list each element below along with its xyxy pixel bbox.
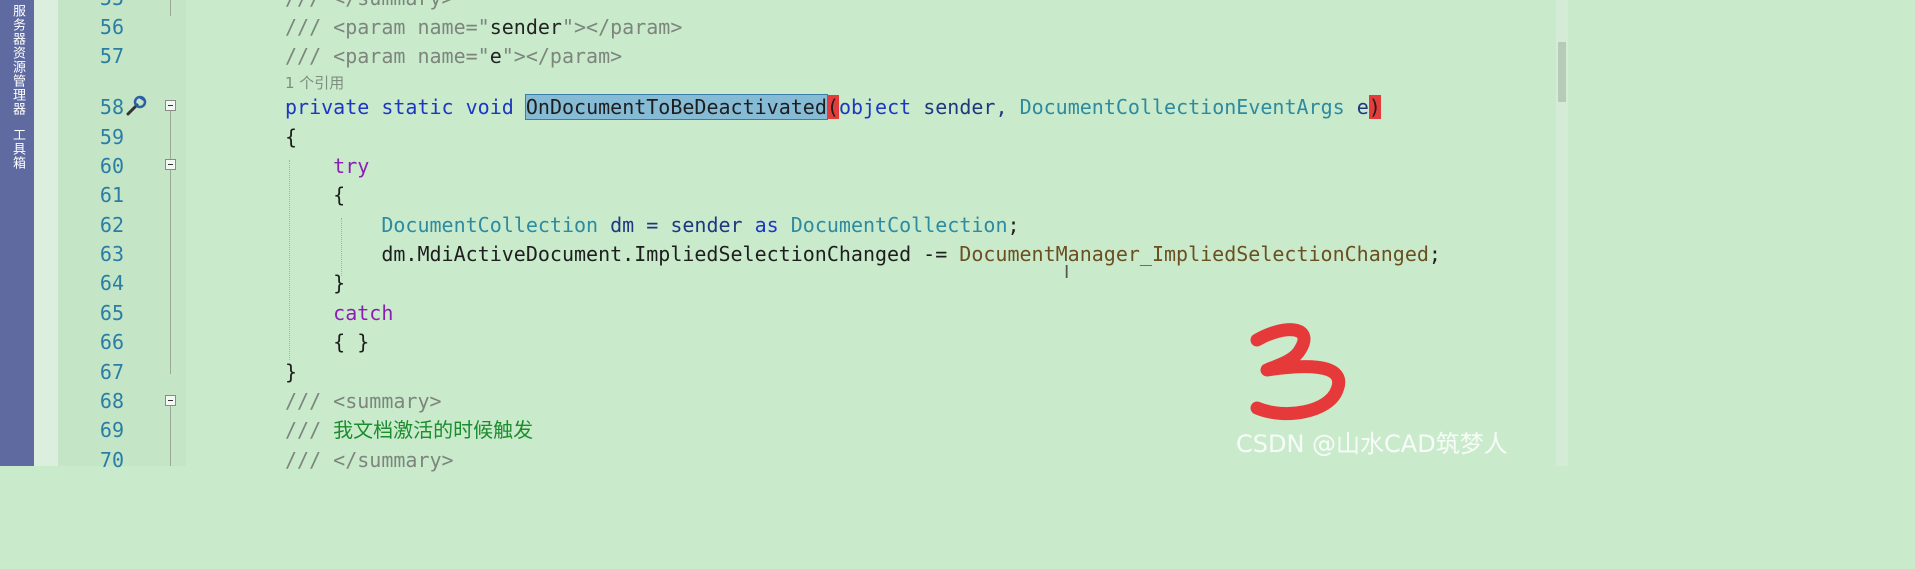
indent-guide	[341, 218, 342, 276]
code-line[interactable]: catch	[285, 299, 393, 328]
code-token: DocumentCollectionEventArgs	[1019, 95, 1345, 119]
code-line[interactable]: }	[285, 358, 297, 387]
code-token: sender,	[911, 95, 1020, 119]
code-token: /// </summary>	[285, 0, 454, 10]
code-token: e	[489, 44, 502, 68]
code-token: object	[838, 95, 912, 119]
fold-toggle-try[interactable]	[165, 159, 176, 170]
code-line[interactable]: { }	[285, 328, 369, 357]
line-number: 59	[99, 125, 124, 149]
text-cursor-icon: I	[1064, 262, 1070, 283]
code-token: "></param>	[561, 15, 683, 39]
code-token: {	[285, 125, 298, 149]
code-token: "></param>	[501, 44, 623, 68]
fold-line	[170, 406, 171, 466]
fold-line	[170, 111, 171, 159]
code-line[interactable]: try	[285, 152, 369, 181]
code-line[interactable]: private static void OnDocumentToBeDeacti…	[285, 93, 1381, 122]
codelens-reference-count[interactable]: 1 个引用	[285, 72, 344, 93]
code-token: private	[285, 95, 370, 119]
code-token: 我文档激活的时候触发	[333, 418, 534, 442]
code-token: /// </summary>	[285, 448, 454, 472]
code-token: DocumentCollection	[790, 213, 1008, 237]
code-token: DocumentCollection	[381, 213, 599, 237]
fold-toggle-summary[interactable]	[165, 395, 176, 406]
code-line[interactable]: /// </summary>	[285, 0, 454, 13]
code-token: DocumentManager_ImpliedSelectionChanged	[959, 242, 1429, 266]
code-token: dm = sender	[598, 213, 755, 237]
code-line[interactable]: DocumentCollection dm = sender as Docume…	[285, 211, 1020, 240]
indent-guide	[289, 160, 290, 360]
line-number: 55	[70, 0, 124, 13]
code-token: }	[285, 271, 346, 295]
code-line[interactable]: dm.MdiActiveDocument.ImpliedSelectionCha…	[285, 240, 1441, 269]
code-line[interactable]: {	[285, 123, 297, 152]
code-token: /// <param name="	[285, 44, 490, 68]
line-number: 67	[99, 360, 124, 384]
code-token: /// <param name="	[285, 15, 490, 39]
matched-bracket: (	[826, 95, 839, 119]
code-token: {	[285, 183, 346, 207]
code-line[interactable]: }	[285, 269, 345, 298]
side-panel: 服务器资源管理器 工具箱	[0, 0, 34, 466]
fold-toggle-method[interactable]	[165, 100, 176, 111]
vertical-scrollbar[interactable]	[1556, 0, 1568, 466]
quick-action-wrench-icon[interactable]	[124, 94, 148, 118]
line-number: 56	[99, 15, 124, 39]
fold-line	[170, 0, 171, 16]
line-number: 58	[99, 95, 124, 119]
fold-line	[170, 170, 171, 374]
line-number: 66	[99, 330, 124, 354]
line-number: 61	[99, 183, 124, 207]
code-token: as	[754, 213, 779, 237]
selected-method-name: OnDocumentToBeDeactivated	[524, 94, 828, 120]
line-number: 63	[99, 242, 124, 266]
code-token: { }	[285, 330, 370, 354]
code-token: }	[285, 360, 298, 384]
line-number: 62	[99, 213, 124, 237]
code-token: sender	[489, 15, 562, 39]
code-line[interactable]: /// <param name="sender"></param>	[285, 13, 682, 42]
code-line[interactable]: /// <summary>	[285, 387, 442, 416]
code-token: /// <summary>	[285, 389, 442, 413]
code-line[interactable]: /// 我文档激活的时候触发	[285, 416, 533, 445]
code-token: ///	[285, 418, 334, 442]
line-number: 70	[99, 448, 124, 472]
line-number: 64	[99, 271, 124, 295]
tab-toolbox[interactable]: 工具箱	[8, 128, 27, 170]
line-number: 57	[99, 44, 124, 68]
code-token: catch	[333, 301, 394, 325]
code-line[interactable]: /// </summary>	[285, 446, 454, 475]
line-number: 60	[99, 154, 124, 178]
code-line[interactable]: {	[285, 181, 345, 210]
tab-server-explorer[interactable]: 服务器资源管理器	[8, 4, 27, 116]
code-token: e	[1344, 95, 1369, 119]
code-token: ;	[1007, 213, 1020, 237]
code-token: static	[381, 95, 454, 119]
line-number: 68	[99, 389, 124, 413]
editor-margin	[34, 0, 58, 466]
handwritten-annotation	[1250, 323, 1346, 421]
code-line[interactable]: /// <param name="e"></param>	[285, 42, 622, 71]
scrollbar-thumb[interactable]	[1558, 42, 1566, 102]
line-number: 69	[99, 418, 124, 442]
code-token: ;	[1428, 242, 1441, 266]
matched-bracket: )	[1368, 95, 1381, 119]
line-number: 65	[99, 301, 124, 325]
code-token: try	[333, 154, 370, 178]
code-token: dm.MdiActiveDocument.ImpliedSelectionCha…	[285, 242, 960, 266]
watermark: CSDN @山水CAD筑梦人	[1236, 430, 1508, 458]
code-token: void	[465, 95, 514, 119]
